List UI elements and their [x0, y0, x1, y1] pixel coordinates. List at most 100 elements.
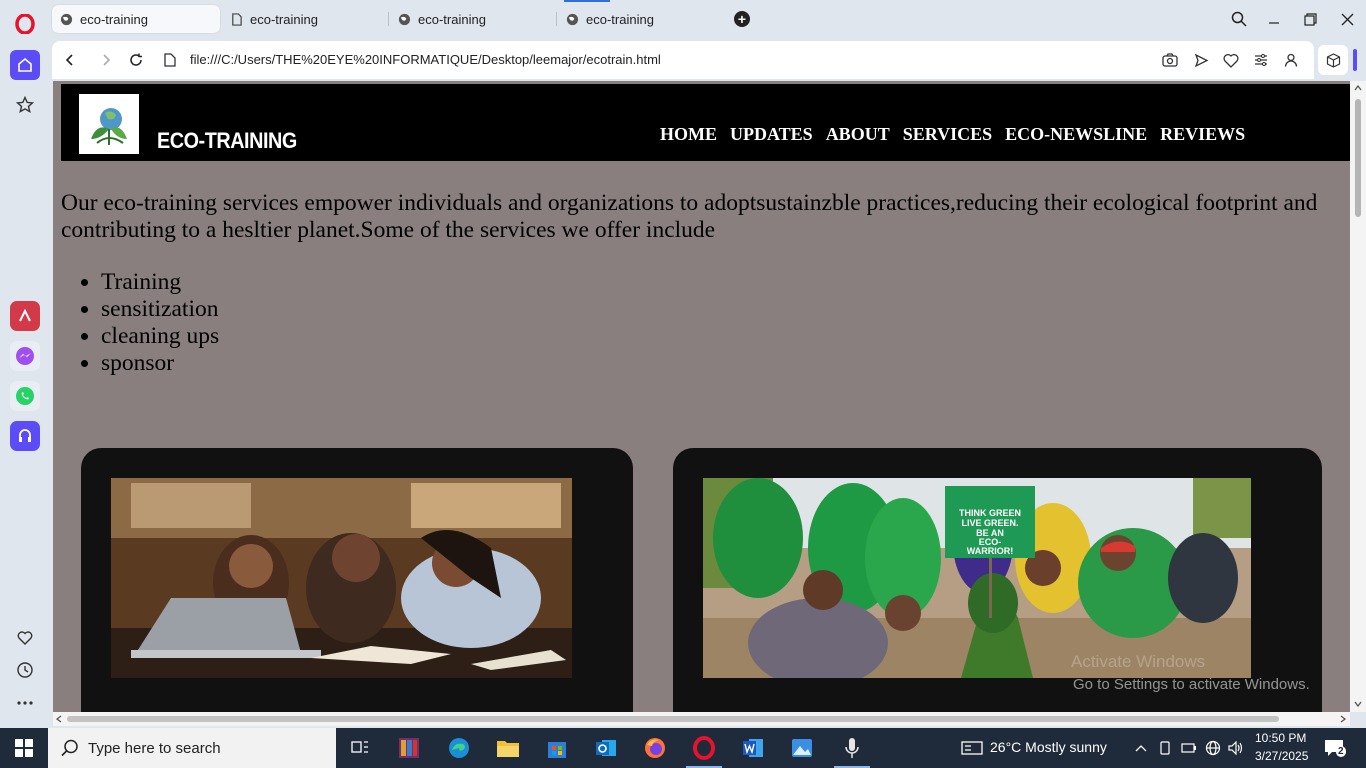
minimize-icon[interactable] [1262, 8, 1286, 30]
file-explorer-icon[interactable] [494, 734, 522, 762]
clock-date[interactable]: 3/27/2025 [1255, 749, 1308, 763]
intro-paragraph: Our eco-training services empower indivi… [61, 190, 1318, 243]
forward-icon[interactable] [96, 50, 116, 70]
service-card-training [81, 448, 633, 712]
task-view-icon[interactable] [346, 734, 374, 762]
search-icon [61, 739, 78, 757]
edge-app-icon[interactable] [445, 734, 473, 762]
file-icon [232, 12, 242, 26]
globe-icon [398, 13, 411, 25]
site-title: ECO-TRAINING [157, 128, 297, 153]
horizontal-scrollbar[interactable] [53, 712, 1350, 726]
scroll-down-icon[interactable] [1354, 701, 1362, 707]
send-flow-icon[interactable] [1191, 50, 1211, 70]
microsoft-store-icon[interactable] [543, 734, 571, 762]
messenger-icon[interactable] [10, 341, 40, 371]
bookmarks-star-icon[interactable] [10, 90, 40, 120]
photos-app-icon[interactable] [788, 734, 816, 762]
reload-icon[interactable] [126, 50, 146, 70]
search-tabs-icon[interactable] [1227, 8, 1251, 30]
opera-logo-icon[interactable] [15, 14, 35, 34]
search-placeholder: Type here to search [88, 739, 221, 757]
sign-line-1: THINK GREEN [959, 508, 1021, 518]
tab-2[interactable]: eco-training [222, 5, 388, 33]
history-clock-icon[interactable] [10, 655, 40, 685]
nav-about[interactable]: ABOUT [826, 124, 890, 145]
restore-icon[interactable] [1298, 8, 1322, 30]
globe-icon [60, 13, 73, 25]
clock-time[interactable]: 10:50 PM [1255, 731, 1306, 745]
tab-title: eco-training [418, 11, 486, 27]
vertical-scroll-thumb[interactable] [1355, 99, 1361, 217]
opera-app-icon[interactable] [690, 734, 718, 762]
notification-count: 2 [1336, 746, 1346, 757]
scroll-up-icon[interactable] [1354, 85, 1362, 91]
nav-eco-newsline[interactable]: ECO-NEWSLINE [1005, 124, 1147, 145]
tab-title: eco-training [250, 11, 318, 27]
tab-3[interactable]: eco-training [390, 5, 556, 33]
tab-title: eco-training [586, 11, 654, 27]
new-tab-plus-icon[interactable]: + [734, 11, 750, 27]
horizontal-scroll-thumb[interactable] [67, 716, 1279, 722]
outlook-app-icon[interactable] [592, 734, 620, 762]
site-nav: HOME UPDATES ABOUT SERVICES ECO-NEWSLINE… [660, 124, 1245, 145]
globe-icon [566, 13, 579, 25]
site-logo[interactable] [79, 94, 139, 154]
favorites-heart-icon[interactable] [1221, 50, 1241, 70]
whatsapp-icon[interactable] [10, 381, 40, 411]
home-icon[interactable] [10, 50, 40, 80]
site-header: ECO-TRAINING HOME UPDATES ABOUT SERVICES… [61, 84, 1350, 161]
weather-text[interactable]: 26°C Mostly sunny [990, 739, 1107, 755]
taskbar-search-input[interactable]: Type here to search [48, 728, 336, 768]
windows-start-icon[interactable] [0, 728, 48, 768]
tab-strip: eco-training eco-training eco-training e… [50, 0, 1366, 40]
tab-separator [388, 12, 389, 26]
easy-setup-icon[interactable] [1251, 50, 1271, 70]
more-options-icon[interactable] [10, 688, 40, 718]
activate-windows-title: Activate Windows [1071, 652, 1206, 671]
tab-1[interactable]: eco-training [52, 5, 220, 33]
vertical-scrollbar[interactable] [1350, 81, 1366, 712]
list-item: sensitization [101, 296, 219, 323]
profile-icon[interactable] [1281, 50, 1301, 70]
sign-line-5: WARRIOR! [967, 546, 1014, 556]
aria-app-icon[interactable] [10, 301, 40, 331]
volume-icon[interactable] [1222, 734, 1250, 762]
extensions-cube-icon[interactable] [1318, 45, 1348, 75]
scroll-right-icon[interactable] [1340, 715, 1346, 723]
winrar-app-icon[interactable] [395, 734, 423, 762]
list-item: cleaning ups [101, 323, 219, 350]
music-player-icon[interactable] [10, 421, 40, 451]
nav-updates[interactable]: UPDATES [730, 124, 813, 145]
sign-line-2: LIVE GREEN. [961, 518, 1018, 528]
back-icon[interactable] [60, 50, 80, 70]
sidebar-accent-bar [1353, 49, 1357, 71]
weather-icon[interactable] [958, 734, 986, 762]
activate-windows-subtitle: Go to Settings to activate Windows. [1073, 676, 1310, 693]
voice-recorder-icon[interactable] [838, 734, 866, 762]
page-viewport: ECO-TRAINING HOME UPDATES ABOUT SERVICES… [53, 81, 1350, 712]
tab-4[interactable]: eco-training [558, 5, 724, 33]
tab-loading-indicator [564, 0, 610, 2]
opera-sidebar [0, 0, 50, 728]
notification-center-icon[interactable]: 2 [1320, 734, 1348, 762]
tab-separator [556, 12, 557, 26]
scroll-left-icon[interactable] [56, 715, 62, 723]
nav-services[interactable]: SERVICES [903, 124, 992, 145]
nav-home[interactable]: HOME [660, 124, 717, 145]
camera-snapshot-icon[interactable] [1160, 50, 1180, 70]
word-app-icon[interactable] [739, 734, 767, 762]
service-card-tree-planting: THINK GREEN LIVE GREEN. BE AN ECO- WARRI… [673, 448, 1322, 712]
training-photo [111, 478, 572, 678]
eco-globe-icon [91, 108, 127, 145]
heart-icon[interactable] [10, 623, 40, 653]
firefox-app-icon[interactable] [641, 734, 669, 762]
taskbar: Type here to search 26°C Mostly sunny 10… [0, 728, 1366, 768]
list-item: Training [101, 269, 219, 296]
page-file-icon[interactable] [160, 50, 180, 70]
nav-reviews[interactable]: REVIEWS [1160, 124, 1245, 145]
url-field[interactable]: file:///C:/Users/THE%20EYE%20INFORMATIQU… [190, 52, 661, 67]
close-icon[interactable] [1335, 8, 1359, 30]
tab-title: eco-training [80, 11, 148, 27]
tree-planting-photo: THINK GREEN LIVE GREEN. BE AN ECO- WARRI… [703, 478, 1251, 678]
